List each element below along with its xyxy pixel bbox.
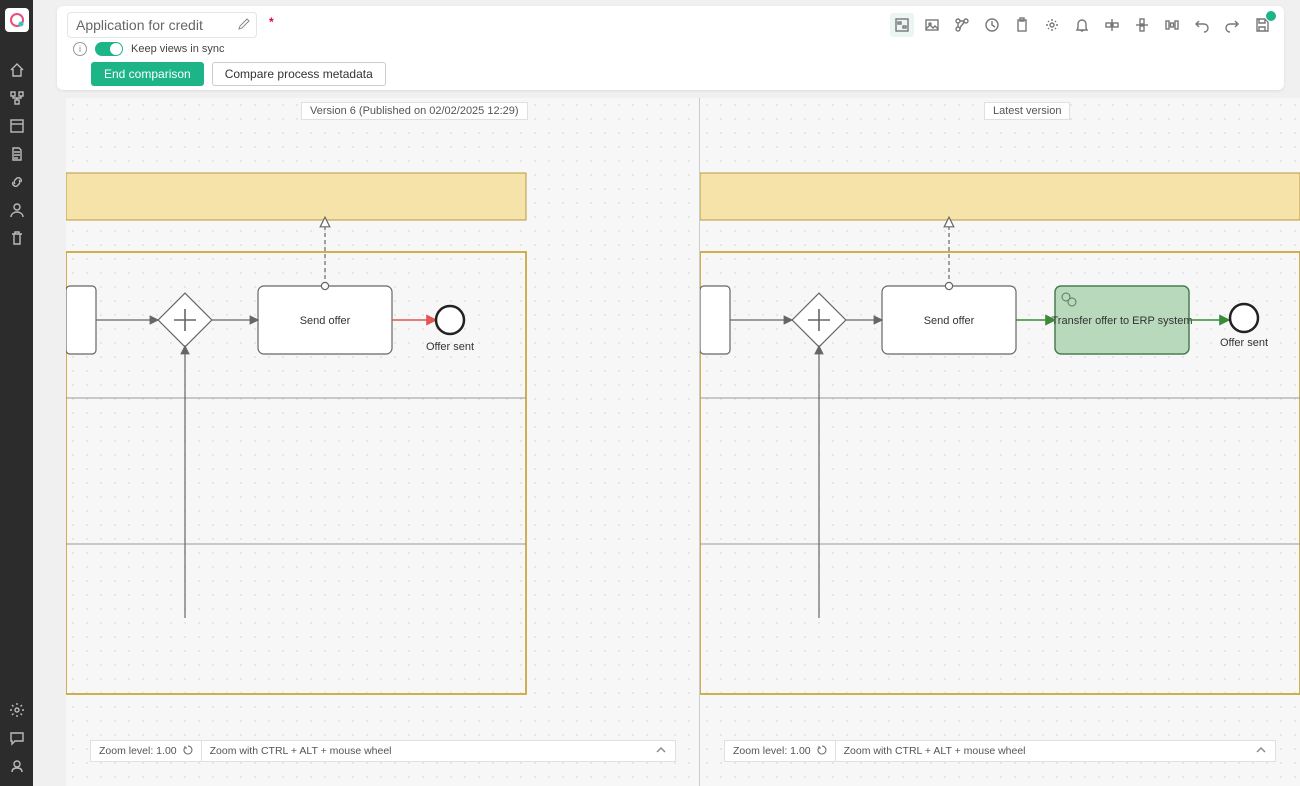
left-zoom-level: Zoom level: 1.00 <box>99 745 177 757</box>
align-h-button[interactable] <box>1100 13 1124 37</box>
app-logo[interactable] <box>5 8 29 32</box>
image-button[interactable] <box>920 13 944 37</box>
task-transfer-label: Transfer offer to ERP system <box>1051 315 1192 327</box>
end-event-label: Offer sent <box>1220 337 1268 349</box>
clipped-task[interactable] <box>66 286 96 354</box>
trash-icon[interactable] <box>0 224 33 252</box>
reset-zoom-icon[interactable] <box>817 745 827 758</box>
left-zoom-hint: Zoom with CTRL + ALT + mouse wheel <box>210 745 392 757</box>
edit-title-icon[interactable] <box>238 17 250 33</box>
processes-icon[interactable] <box>0 84 33 112</box>
gateway[interactable] <box>792 293 846 347</box>
task-send-offer-label: Send offer <box>300 315 351 327</box>
main-area: Application for credit * <box>33 0 1300 786</box>
settings-icon[interactable] <box>0 696 33 724</box>
top-pool[interactable] <box>66 173 526 220</box>
process-title: Application for credit <box>76 17 203 33</box>
left-version-badge: Version 6 (Published on 02/02/2025 12:29… <box>301 102 528 120</box>
end-event[interactable] <box>436 306 464 334</box>
sync-label: Keep views in sync <box>131 43 225 55</box>
redo-button[interactable] <box>1220 13 1244 37</box>
end-event[interactable] <box>1230 304 1258 332</box>
top-pool[interactable] <box>700 173 1300 220</box>
sync-toggle[interactable] <box>95 42 123 56</box>
task-send-offer-label: Send offer <box>924 315 975 327</box>
compare-metadata-button[interactable]: Compare process metadata <box>212 62 386 86</box>
home-icon[interactable] <box>0 56 33 84</box>
document-icon[interactable] <box>0 140 33 168</box>
left-nav <box>0 0 33 786</box>
dashboard-icon[interactable] <box>0 112 33 140</box>
clipped-task[interactable] <box>700 286 730 354</box>
reset-zoom-icon[interactable] <box>183 745 193 758</box>
diagram-view-button[interactable] <box>890 13 914 37</box>
right-diagram[interactable]: Send offer Transfer offer to ERP system … <box>700 98 1300 756</box>
chat-icon[interactable] <box>0 724 33 752</box>
save-button[interactable] <box>1250 13 1274 37</box>
left-zoom-expand-icon[interactable] <box>647 744 675 759</box>
bell-button[interactable] <box>1070 13 1094 37</box>
left-zoom-bar: Zoom level: 1.00 Zoom with CTRL + ALT + … <box>90 740 676 762</box>
user-icon[interactable] <box>0 752 33 780</box>
align-v-button[interactable] <box>1130 13 1154 37</box>
left-pane: Version 6 (Published on 02/02/2025 12:29… <box>66 98 700 786</box>
end-event-label: Offer sent <box>426 341 474 353</box>
right-version-badge: Latest version <box>984 102 1070 120</box>
unsaved-indicator: * <box>269 15 274 29</box>
gear-button[interactable] <box>1040 13 1064 37</box>
clipboard-button[interactable] <box>1010 13 1034 37</box>
left-diagram[interactable]: Send offer Offer sent <box>66 98 700 756</box>
toolbar <box>890 13 1274 37</box>
right-zoom-hint: Zoom with CTRL + ALT + mouse wheel <box>844 745 1026 757</box>
clock-button[interactable] <box>980 13 1004 37</box>
link-icon[interactable] <box>0 168 33 196</box>
branch-button[interactable] <box>950 13 974 37</box>
right-zoom-bar: Zoom level: 1.00 Zoom with CTRL + ALT + … <box>724 740 1276 762</box>
end-comparison-button[interactable]: End comparison <box>91 62 204 86</box>
right-pane: Latest version <box>700 98 1300 786</box>
gateway[interactable] <box>158 293 212 347</box>
right-zoom-level: Zoom level: 1.00 <box>733 745 811 757</box>
distribute-button[interactable] <box>1160 13 1184 37</box>
process-title-input[interactable]: Application for credit <box>67 12 257 38</box>
info-icon[interactable]: i <box>73 42 87 56</box>
right-zoom-expand-icon[interactable] <box>1247 744 1275 759</box>
person-icon[interactable] <box>0 196 33 224</box>
header-card: Application for credit * <box>57 6 1284 90</box>
undo-button[interactable] <box>1190 13 1214 37</box>
